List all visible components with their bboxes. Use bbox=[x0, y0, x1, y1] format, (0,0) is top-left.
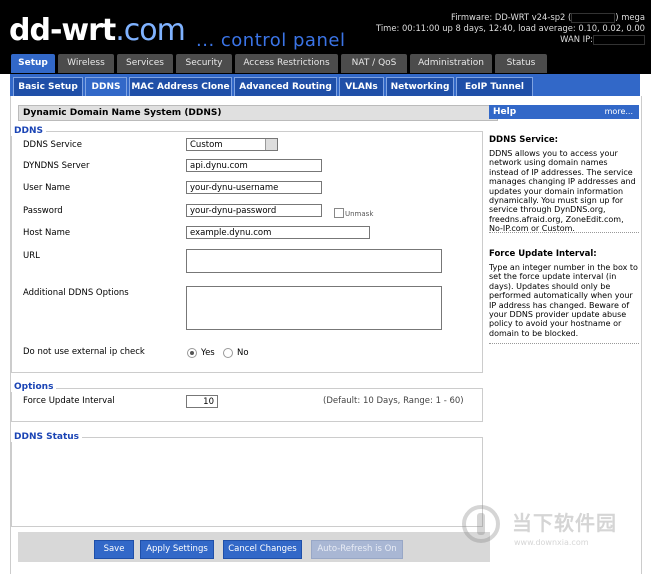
ddns-status-legend: DDNS Status bbox=[11, 432, 83, 442]
tab-wireless[interactable]: Wireless bbox=[58, 54, 114, 73]
url-label: URL bbox=[23, 251, 40, 261]
subtab-vlans[interactable]: VLANs bbox=[339, 77, 384, 96]
help-more-link[interactable]: more... bbox=[605, 105, 633, 119]
help-header: Help more... bbox=[489, 105, 639, 119]
dropdown-arrow-icon bbox=[265, 139, 277, 150]
page-title: Dynamic Domain Name System (DDNS) bbox=[18, 105, 498, 121]
save-button[interactable]: Save bbox=[94, 540, 134, 559]
watermark: 当下软件园 www.downxia.com bbox=[462, 505, 642, 555]
help-ddns-text: DDNS allows you to access your network u… bbox=[489, 149, 636, 234]
help-force-text: Type an integer number in the box to set… bbox=[489, 263, 638, 338]
watermark-logo-icon bbox=[462, 505, 500, 543]
subtab-advanced-routing[interactable]: Advanced Routing bbox=[234, 77, 337, 96]
watermark-url: www.downxia.com bbox=[514, 538, 589, 547]
help-force-heading: Force Update Interval: bbox=[489, 249, 597, 259]
tab-status[interactable]: Status bbox=[495, 54, 547, 73]
tab-access-restrictions[interactable]: Access Restrictions bbox=[235, 54, 338, 73]
help-panel: Help more... DDNS Service: DDNS allows y… bbox=[489, 105, 639, 345]
external-ip-yes-radio[interactable] bbox=[187, 348, 197, 358]
additional-options-textarea[interactable] bbox=[186, 286, 442, 330]
dyndns-server-input[interactable]: api.dynu.com bbox=[186, 159, 322, 172]
subtab-networking[interactable]: Networking bbox=[386, 77, 454, 96]
force-update-interval-input[interactable]: 10 bbox=[186, 395, 218, 408]
tab-setup[interactable]: Setup bbox=[11, 54, 55, 73]
force-update-interval-hint: (Default: 10 Days, Range: 1 - 60) bbox=[323, 396, 464, 406]
password-label: Password bbox=[23, 206, 63, 216]
help-ddns-heading: DDNS Service: bbox=[489, 135, 559, 145]
unmask-label: Unmask bbox=[345, 210, 374, 218]
options-legend: Options bbox=[11, 382, 57, 392]
external-ip-check-label: Do not use external ip check bbox=[23, 347, 145, 357]
subtab-ddns[interactable]: DDNS bbox=[85, 77, 127, 96]
external-ip-no-radio[interactable] bbox=[223, 348, 233, 358]
force-update-interval-label: Force Update Interval bbox=[23, 396, 115, 406]
unmask-checkbox[interactable] bbox=[334, 208, 344, 218]
cancel-changes-button[interactable]: Cancel Changes bbox=[223, 540, 302, 559]
dyndns-server-label: DYNDNS Server bbox=[23, 161, 90, 171]
user-name-input[interactable]: your-dynu-username bbox=[186, 181, 322, 194]
button-bar: Save Apply Settings Cancel Changes Auto-… bbox=[18, 532, 490, 562]
tab-security[interactable]: Security bbox=[176, 54, 232, 73]
sub-nav: Basic Setup DDNS MAC Address Clone Advan… bbox=[10, 74, 640, 96]
password-input[interactable]: your-dynu-password bbox=[186, 204, 322, 217]
ddns-service-label: DDNS Service bbox=[23, 140, 82, 150]
help-separator bbox=[489, 232, 639, 233]
subtab-basic-setup[interactable]: Basic Setup bbox=[13, 77, 83, 96]
external-ip-no-label: No bbox=[237, 348, 249, 358]
ddwrt-logo: dd-wrt.com bbox=[9, 13, 186, 48]
apply-settings-button[interactable]: Apply Settings bbox=[140, 540, 214, 559]
auto-refresh-button[interactable]: Auto-Refresh is On bbox=[311, 540, 403, 559]
tab-nat-qos[interactable]: NAT / QoS bbox=[341, 54, 407, 73]
additional-options-label: Additional DDNS Options bbox=[23, 288, 129, 298]
help-title: Help bbox=[493, 107, 517, 117]
router-status-info: Firmware: DD-WRT v24-sp2 () mega Time: 0… bbox=[375, 12, 645, 45]
subtab-mac-address-clone[interactable]: MAC Address Clone bbox=[129, 77, 232, 96]
ddns-status-fieldset bbox=[11, 437, 483, 527]
tab-services[interactable]: Services bbox=[117, 54, 173, 73]
content-panel: Dynamic Domain Name System (DDNS) DDNS D… bbox=[10, 96, 642, 574]
tab-administration[interactable]: Administration bbox=[410, 54, 492, 73]
external-ip-yes-label: Yes bbox=[201, 348, 215, 358]
help-separator bbox=[489, 343, 639, 344]
main-nav: Setup Wireless Services Security Access … bbox=[0, 52, 651, 74]
ddns-service-select[interactable]: Custom bbox=[186, 138, 278, 151]
ddns-legend: DDNS bbox=[11, 126, 46, 136]
url-textarea[interactable] bbox=[186, 249, 442, 273]
header: dd-wrt.com ... control panel Firmware: D… bbox=[0, 0, 651, 52]
watermark-text: 当下软件园 bbox=[512, 511, 617, 535]
control-panel-subtitle: ... control panel bbox=[196, 30, 346, 51]
user-name-label: User Name bbox=[23, 183, 71, 193]
subtab-eoip-tunnel[interactable]: EoIP Tunnel bbox=[456, 77, 533, 96]
host-name-input[interactable]: example.dynu.com bbox=[186, 226, 370, 239]
host-name-label: Host Name bbox=[23, 228, 71, 238]
